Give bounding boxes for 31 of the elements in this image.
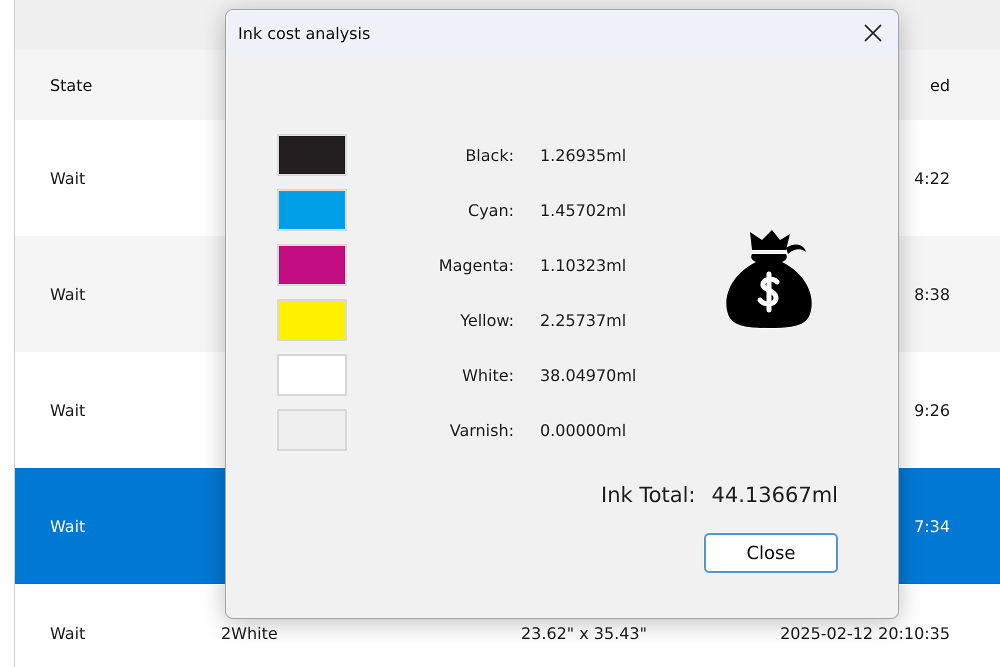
table-cell-text: 7:34 xyxy=(914,516,951,536)
ink-label: Yellow: xyxy=(460,310,515,330)
ink-label: Black: xyxy=(465,146,515,164)
close-icon xyxy=(864,24,882,42)
ink-label: White: xyxy=(462,366,515,384)
table-cell-text: 4:22 xyxy=(914,168,951,188)
ink-value: 38.04970ml xyxy=(539,366,636,384)
ink-value: 0.00000ml xyxy=(539,420,626,440)
table-cell-text: 2White xyxy=(220,624,279,643)
table-cell-text: Wait xyxy=(49,284,86,304)
ink-total-label: Ink Total: xyxy=(601,483,696,507)
table-cell-text: 9:26 xyxy=(914,400,951,420)
ink-value: 1.26935ml xyxy=(539,146,626,164)
table-cell-text: Wait xyxy=(49,516,86,536)
column-header[interactable]: ed xyxy=(930,76,1000,94)
dialog-title: Ink cost analysis xyxy=(238,24,370,42)
table-cell-text: 2025-02-12 20:10:35 xyxy=(780,624,951,643)
ink-value: 1.45702ml xyxy=(539,200,626,220)
table-cell-text: Wait xyxy=(49,624,86,643)
ink-value: 1.10323ml xyxy=(539,256,626,274)
column-header[interactable]: State xyxy=(15,76,186,94)
ink-total-value: 44.13667ml xyxy=(712,483,838,507)
ink-value: 2.25737ml xyxy=(539,310,626,330)
table-cell-text: 8:38 xyxy=(914,284,951,304)
ink-label: Cyan: xyxy=(468,200,515,220)
ink-label: Varnish: xyxy=(450,420,515,440)
ink-label: Magenta: xyxy=(438,256,515,274)
table-cell-text: 23.62" x 35.43" xyxy=(520,624,648,643)
table-cell-text: Wait xyxy=(49,400,86,420)
table-cell-text: Wait xyxy=(49,168,86,188)
close-button[interactable]: Close xyxy=(704,533,838,573)
